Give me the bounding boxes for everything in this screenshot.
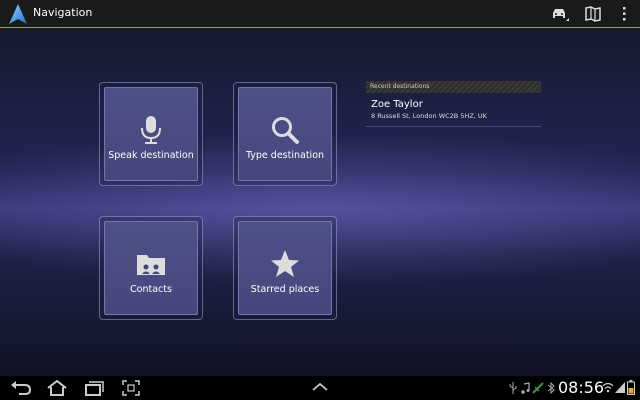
recent-destination-name: Zoe Taylor bbox=[371, 99, 423, 110]
tile-label: Starred places bbox=[250, 284, 320, 295]
bluetooth-icon bbox=[547, 382, 555, 394]
screenshot-icon[interactable] bbox=[122, 380, 140, 396]
car-layers-icon[interactable] bbox=[549, 4, 569, 24]
navigation-app-icon[interactable] bbox=[9, 4, 27, 24]
cellular-signal-icon bbox=[615, 382, 625, 393]
home-icon[interactable] bbox=[46, 379, 68, 397]
clock: 08:56 bbox=[558, 378, 605, 397]
recent-destinations: Recent destinations Zoe Taylor 8 Russell… bbox=[366, 81, 541, 127]
search-icon bbox=[272, 117, 299, 144]
contacts-tile[interactable]: Contacts bbox=[99, 216, 203, 320]
contacts-folder-icon bbox=[137, 255, 165, 275]
microphone-icon bbox=[141, 116, 161, 144]
signal-activity-icon bbox=[532, 382, 544, 394]
usb-icon bbox=[509, 382, 517, 394]
wifi-icon bbox=[602, 382, 614, 393]
recent-apps-icon[interactable] bbox=[84, 380, 104, 396]
battery-icon bbox=[627, 380, 635, 395]
star-icon bbox=[271, 250, 299, 277]
tile-face: Contacts bbox=[104, 221, 198, 315]
speak-destination-tile[interactable]: Speak destination bbox=[99, 82, 203, 186]
type-destination-tile[interactable]: Type destination bbox=[233, 82, 337, 186]
back-icon[interactable] bbox=[10, 380, 32, 396]
overflow-menu-icon[interactable] bbox=[614, 4, 634, 24]
starred-places-tile[interactable]: Starred places bbox=[233, 216, 337, 320]
chevron-up-icon[interactable] bbox=[311, 382, 329, 392]
tile-face: Speak destination bbox=[104, 87, 198, 181]
tile-label: Type destination bbox=[245, 150, 325, 161]
background bbox=[0, 28, 640, 376]
map-icon[interactable] bbox=[583, 4, 603, 24]
tile-label: Speak destination bbox=[108, 150, 194, 161]
recent-destination-address: 8 Russell St, London WC2B 5HZ, UK bbox=[371, 112, 487, 120]
tile-label: Contacts bbox=[130, 284, 172, 295]
recent-destinations-header: Recent destinations bbox=[366, 81, 541, 93]
system-bar: 08:56 bbox=[0, 376, 640, 400]
recent-destination-item[interactable]: Zoe Taylor 8 Russell St, London WC2B 5HZ… bbox=[366, 93, 541, 127]
tile-face: Starred places bbox=[238, 221, 332, 315]
app-title: Navigation bbox=[33, 6, 93, 19]
action-bar: Navigation bbox=[0, 0, 640, 28]
music-note-icon bbox=[521, 382, 530, 394]
tile-face: Type destination bbox=[238, 87, 332, 181]
